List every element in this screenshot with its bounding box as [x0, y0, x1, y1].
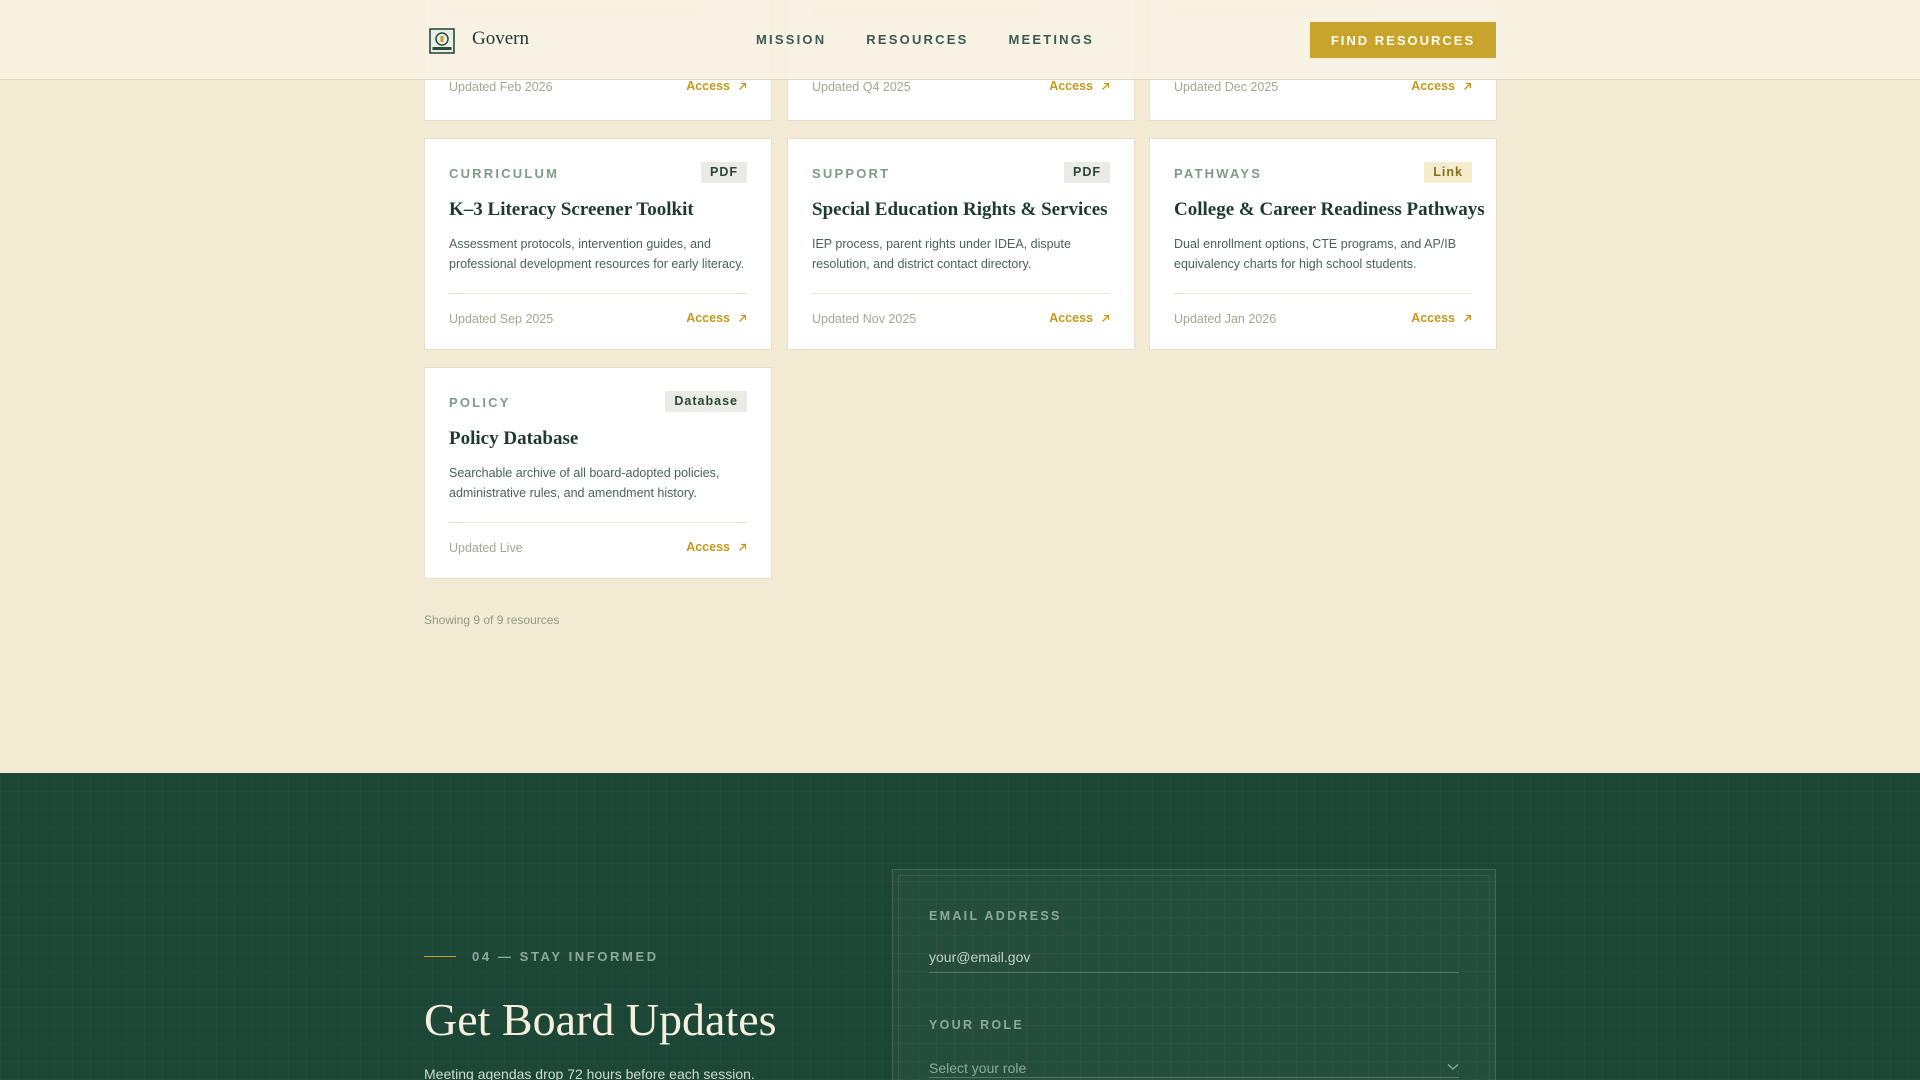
card-category: SUPPORT	[812, 166, 891, 181]
seal-logo-icon[interactable]	[429, 28, 455, 54]
card-updated: Updated Sep 2025	[449, 312, 554, 326]
role-select-value: Select your role	[929, 1060, 1027, 1076]
card-divider	[449, 522, 747, 523]
external-arrow-icon	[1102, 314, 1110, 322]
access-label: Access	[686, 79, 730, 93]
card-updated: Updated Nov 2025	[812, 312, 917, 326]
external-arrow-icon	[739, 314, 747, 322]
card-description: Assessment protocols, intervention guide…	[449, 237, 745, 271]
access-label: Access	[1411, 79, 1455, 93]
card-updated: Updated Q4 2025	[812, 80, 911, 94]
format-badge: PDF	[701, 162, 747, 183]
card-description: IEP process, parent rights under IDEA, d…	[812, 237, 1071, 271]
site-header: Govern MISSION RESOURCES MEETINGS FIND R…	[0, 0, 1920, 80]
email-label: EMAIL ADDRESS	[929, 909, 1062, 923]
resource-card[interactable]: POLICY Database Policy Database Searchab…	[424, 367, 772, 579]
card-updated: Updated Dec 2025	[1174, 80, 1279, 94]
eyebrow-text: 04 — STAY INFORMED	[472, 949, 659, 964]
external-arrow-icon	[1464, 314, 1472, 322]
access-label: Access	[1049, 311, 1093, 325]
nav-mission[interactable]: MISSION	[756, 32, 826, 47]
access-link[interactable]: Access	[1411, 311, 1472, 325]
results-count: Showing 9 of 9 resources	[424, 613, 560, 627]
main-nav: MISSION RESOURCES MEETINGS	[756, 32, 1094, 47]
card-description: Dual enrollment options, CTE programs, a…	[1174, 237, 1457, 271]
nav-meetings[interactable]: MEETINGS	[1008, 32, 1094, 47]
access-label: Access	[1049, 79, 1093, 93]
access-label: Access	[686, 311, 730, 325]
card-title[interactable]: Policy Database	[449, 428, 578, 450]
role-label: YOUR ROLE	[929, 1018, 1025, 1032]
format-badge: PDF	[1064, 162, 1110, 183]
card-divider	[812, 293, 1110, 294]
access-link[interactable]: Access	[686, 79, 747, 93]
access-label: Access	[1411, 311, 1455, 325]
nav-resources[interactable]: RESOURCES	[866, 32, 968, 47]
newsletter-title: Get Board Updates	[424, 994, 777, 1045]
newsletter-subtitle: Meeting agendas drop 72 hours before eac…	[424, 1066, 755, 1080]
card-category: CURRICULUM	[449, 166, 560, 181]
access-link[interactable]: Access	[1049, 311, 1110, 325]
card-divider	[449, 293, 747, 294]
card-description: Searchable archive of all board-adopted …	[449, 466, 720, 500]
access-label: Access	[686, 540, 730, 554]
card-divider	[1174, 293, 1472, 294]
card-title[interactable]: College & Career Readiness Pathways	[1174, 199, 1485, 221]
chevron-down-icon	[1447, 1064, 1459, 1070]
card-title[interactable]: K–3 Literacy Screener Toolkit	[449, 199, 694, 221]
email-input[interactable]	[929, 941, 1459, 973]
card-title[interactable]: Special Education Rights & Services	[812, 199, 1108, 221]
newsletter-section: 04 — STAY INFORMED Get Board Updates Mee…	[0, 773, 1920, 1080]
external-arrow-icon	[739, 543, 747, 551]
card-updated: Updated Live	[449, 541, 523, 555]
access-link[interactable]: Access	[686, 311, 747, 325]
card-updated: Updated Jan 2026	[1174, 312, 1277, 326]
brand-name[interactable]: Govern	[472, 28, 529, 50]
external-arrow-icon	[1102, 82, 1110, 90]
resource-card[interactable]: PATHWAYS Link College & Career Readiness…	[1149, 138, 1497, 350]
card-category: POLICY	[449, 395, 511, 410]
card-category: PATHWAYS	[1174, 166, 1263, 181]
card-updated: Updated Feb 2026	[449, 80, 553, 94]
external-arrow-icon	[1464, 82, 1472, 90]
access-link[interactable]: Access	[686, 540, 747, 554]
access-link[interactable]: Access	[1411, 79, 1472, 93]
find-resources-button[interactable]: FIND RESOURCES	[1310, 22, 1496, 58]
format-badge: Database	[665, 391, 747, 412]
external-arrow-icon	[739, 82, 747, 90]
format-badge: Link	[1424, 162, 1472, 183]
subscribe-form: EMAIL ADDRESS YOUR ROLE Select your role	[892, 869, 1496, 1080]
section-eyebrow: 04 — STAY INFORMED	[424, 949, 659, 964]
resource-card[interactable]: CURRICULUM PDF K–3 Literacy Screener Too…	[424, 138, 772, 350]
resource-card[interactable]: SUPPORT PDF Special Education Rights & S…	[787, 138, 1135, 350]
access-link[interactable]: Access	[1049, 79, 1110, 93]
eyebrow-dash	[424, 956, 456, 957]
